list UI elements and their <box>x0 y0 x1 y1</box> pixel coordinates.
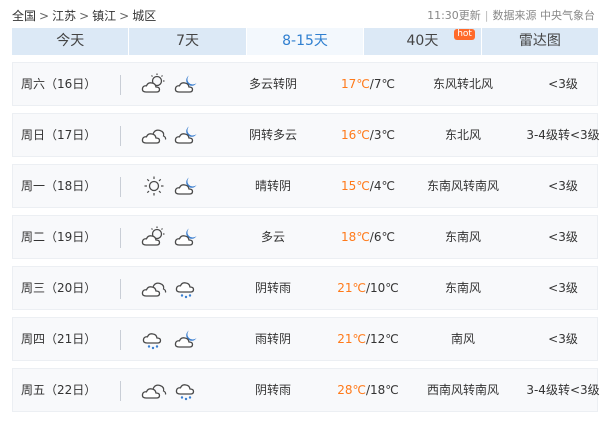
day-label: 周四（21日） <box>21 332 97 346</box>
breadcrumb-city[interactable]: 镇江 <box>92 9 116 23</box>
tab-radar[interactable]: 雷达图 <box>482 28 598 55</box>
forecast-row: 周四（21日） 雨转阴 21℃/12℃ 南风 <3级 <box>12 317 598 361</box>
overcast-icon <box>141 124 167 146</box>
sunny-icon <box>141 175 167 197</box>
row-divider <box>120 381 121 401</box>
wind-level: <3级 <box>548 230 578 244</box>
low-temp: /3℃ <box>369 128 395 142</box>
temperature: 16℃/3℃ <box>323 114 413 156</box>
data-source: 数据来源 中央气象台 <box>492 9 596 22</box>
divider: | <box>484 9 489 22</box>
low-temp: /4℃ <box>369 179 395 193</box>
high-temp: 15℃ <box>341 179 370 193</box>
day-label: 周五（22日） <box>21 383 97 397</box>
wind-direction: 西南风转南风 <box>426 383 499 397</box>
wind-level: <3级 <box>548 281 578 295</box>
temperature: 21℃/10℃ <box>323 267 413 309</box>
update-info: 11:30更新 | 数据来源 中央气象台 <box>427 7 595 23</box>
weather-condition: 多云转阴 <box>248 77 297 91</box>
weather-condition: 阴转雨 <box>254 383 291 397</box>
weather-condition: 雨转阴 <box>254 332 291 346</box>
temperature: 15℃/4℃ <box>323 165 413 207</box>
breadcrumb-separator: > <box>39 9 50 23</box>
forecast-row: 周日（17日） 阴转多云 16℃/3℃ 东北风 3-4级转<3级 <box>12 113 600 157</box>
row-divider <box>120 279 121 299</box>
low-temp: /18℃ <box>365 383 399 397</box>
temperature: 21℃/12℃ <box>323 318 413 360</box>
tab-40-days-label: 40天 <box>406 33 439 49</box>
row-divider <box>120 177 121 197</box>
wind-direction: 东南风 <box>444 281 481 295</box>
low-temp: /7℃ <box>369 77 395 91</box>
top-bar: 全国 > 江苏 > 镇江 > 城区 11:30更新 | 数据来源 中央气象台 <box>0 0 607 28</box>
tab-today[interactable]: 今天 <box>12 28 130 55</box>
wind-level: <3级 <box>548 332 578 346</box>
low-temp: /6℃ <box>369 230 395 244</box>
high-temp: 21℃ <box>337 281 366 295</box>
breadcrumb: 全国 > 江苏 > 镇江 > 城区 <box>12 7 156 24</box>
weather-condition: 阴转雨 <box>254 281 291 295</box>
cloudy-day-icon <box>141 73 167 95</box>
update-time: 11:30更新 <box>427 9 481 22</box>
overcast-icon <box>141 277 167 299</box>
wind-direction: 东北风 <box>444 128 481 142</box>
breadcrumb-province[interactable]: 江苏 <box>52 9 76 23</box>
forecast-tabs: 今天 7天 8-15天 40天 hot 雷达图 <box>12 28 598 55</box>
breadcrumb-district: 城区 <box>132 9 157 23</box>
wind-level: <3级 <box>548 77 578 91</box>
rain-icon <box>174 277 200 299</box>
day-label: 周日（17日） <box>21 128 97 142</box>
wind-direction: 东南风 <box>444 230 481 244</box>
day-label: 周二（19日） <box>21 230 97 244</box>
weather-condition: 晴转阴 <box>254 179 291 193</box>
wind-direction: 南风 <box>450 332 475 346</box>
temperature: 28℃/18℃ <box>323 369 413 411</box>
row-divider <box>120 228 121 248</box>
cloudy-night-icon <box>174 124 200 146</box>
day-label: 周一（18日） <box>21 179 97 193</box>
forecast-row: 周三（20日） 阴转雨 21℃/10℃ 东南风 <3级 <box>12 266 598 310</box>
overcast-icon <box>141 379 167 401</box>
forecast-row: 周一（18日） 晴转阴 15℃/4℃ 东南风转南风 <3级 <box>12 164 598 208</box>
low-temp: /10℃ <box>365 281 399 295</box>
tab-7-days[interactable]: 7天 <box>129 28 247 55</box>
breadcrumb-country[interactable]: 全国 <box>12 9 36 23</box>
wind-level: 3-4级转<3级 <box>526 383 600 397</box>
cloudy-night-icon <box>174 73 200 95</box>
cloudy-day-icon <box>141 226 167 248</box>
row-divider <box>120 126 121 146</box>
hot-badge: hot <box>454 29 475 40</box>
wind-direction: 东南风转南风 <box>426 179 499 193</box>
high-temp: 17℃ <box>341 77 370 91</box>
cloudy-night-icon <box>174 328 200 350</box>
cloudy-night-icon <box>174 226 200 248</box>
weather-condition: 阴转多云 <box>248 128 297 142</box>
high-temp: 21℃ <box>337 332 366 346</box>
breadcrumb-separator: > <box>79 9 90 23</box>
tab-8-15-days[interactable]: 8-15天 <box>246 28 365 55</box>
row-divider <box>120 330 121 350</box>
row-divider <box>120 75 121 95</box>
forecast-row: 周五（22日） 阴转雨 28℃/18℃ 西南风转南风 3-4级转<3级 <box>12 368 600 412</box>
wind-level: <3级 <box>548 179 578 193</box>
rain-icon <box>174 379 200 401</box>
high-temp: 18℃ <box>341 230 370 244</box>
temperature: 18℃/6℃ <box>323 216 413 258</box>
high-temp: 28℃ <box>337 383 366 397</box>
forecast-list: 周六（16日） 多云转阴 17℃/7℃ 东风转北风 <3级 周日（17日） 阴转多云 16℃/… <box>12 62 600 419</box>
breadcrumb-separator: > <box>119 9 130 23</box>
high-temp: 16℃ <box>341 128 370 142</box>
forecast-row: 周二（19日） 多云 18℃/6℃ 东南风 <3级 <box>12 215 598 259</box>
low-temp: /12℃ <box>365 332 399 346</box>
wind-level: 3-4级转<3级 <box>526 128 600 142</box>
wind-direction: 东风转北风 <box>432 77 493 91</box>
rain-icon <box>141 328 167 350</box>
forecast-row: 周六（16日） 多云转阴 17℃/7℃ 东风转北风 <3级 <box>12 62 598 106</box>
tab-40-days[interactable]: 40天 hot <box>364 28 482 55</box>
cloudy-night-icon <box>174 175 200 197</box>
day-label: 周三（20日） <box>21 281 97 295</box>
day-label: 周六（16日） <box>21 77 97 91</box>
temperature: 17℃/7℃ <box>323 63 413 105</box>
weather-condition: 多云 <box>260 230 285 244</box>
